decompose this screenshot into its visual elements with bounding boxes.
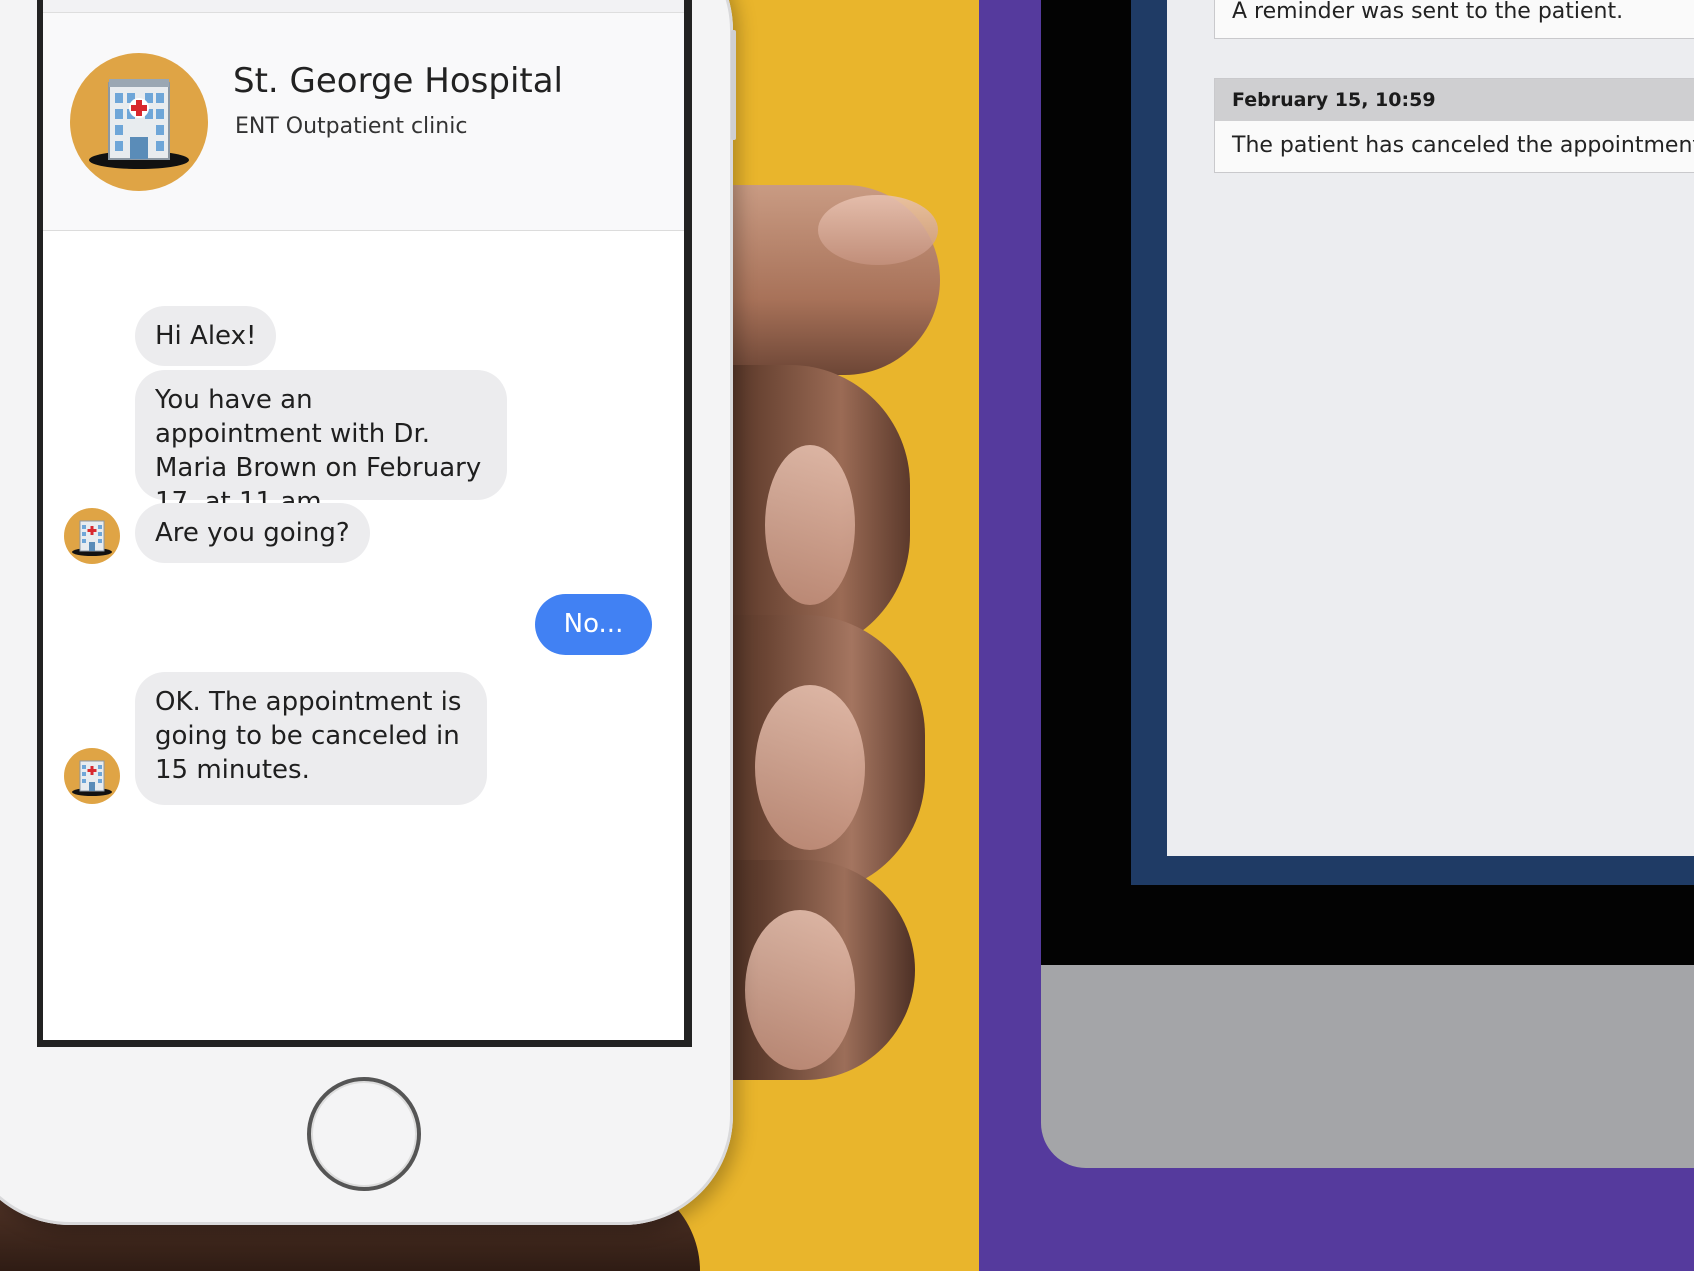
log-entry-cancellation: February 15, 10:59 The patient has cance…: [1214, 78, 1694, 173]
chat-header: St. George Hospital ENT Outpatient clini…: [43, 13, 684, 231]
message-bubble-incoming: Hi Alex!: [135, 306, 277, 366]
message-bubble-incoming: Are you going?: [135, 503, 370, 563]
message-bubble-incoming: You have an appointment with Dr. Maria B…: [135, 370, 507, 517]
chat-title: St. George Hospital: [233, 61, 564, 101]
status-bar: [43, 0, 684, 13]
log-entry-text: The patient has canceled the appointment…: [1232, 133, 1694, 158]
log-entry-timestamp: February 15, 10:59: [1215, 79, 1694, 121]
fingernail: [765, 445, 855, 605]
message-bubble-incoming: OK. The appointment is going to be cance…: [135, 672, 487, 805]
hospital-building-icon: [70, 53, 208, 191]
hospital-avatar-icon: [64, 748, 120, 804]
message-bubble-outgoing: No...: [535, 594, 652, 655]
side-button: [731, 30, 736, 140]
chat-subtitle: ENT Outpatient clinic: [235, 114, 468, 139]
phone-screen: St. George Hospital ENT Outpatient clini…: [43, 0, 684, 1040]
log-entry-text: A reminder was sent to the patient.: [1232, 0, 1624, 24]
fingernail: [755, 685, 865, 850]
home-button[interactable]: [307, 1077, 421, 1191]
hospital-avatar-icon: [64, 508, 120, 564]
monitor-chin: [1041, 965, 1694, 1168]
fingernail: [745, 910, 855, 1070]
fingernail: [818, 195, 938, 265]
log-entry-reminder: A reminder was sent to the patient.: [1214, 0, 1694, 39]
